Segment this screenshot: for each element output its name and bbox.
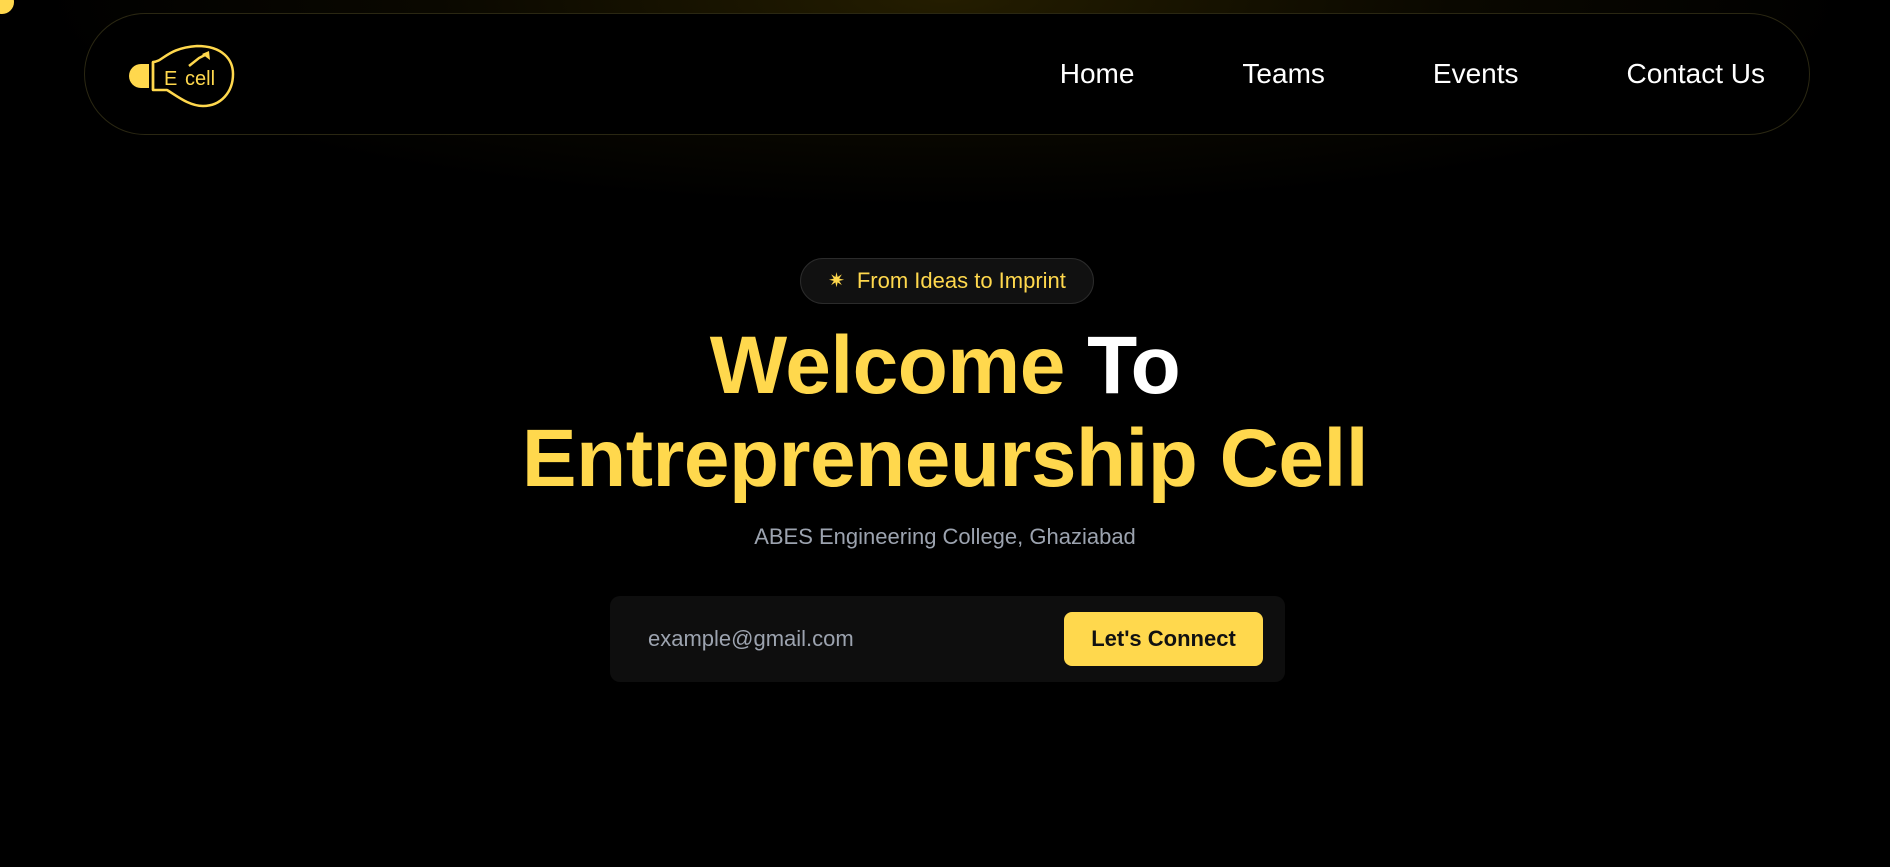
lightbulb-icon: E cell	[129, 44, 235, 108]
email-input[interactable]	[648, 616, 1028, 662]
corner-decoration-dot	[0, 0, 14, 14]
main-nav: Home Teams Events Contact Us	[1060, 14, 1765, 134]
hero-subtitle: ABES Engineering College, Ghaziabad	[754, 524, 1136, 549]
nav-link-teams[interactable]: Teams	[1242, 58, 1324, 90]
logo-text-cell: cell	[185, 68, 215, 90]
logo-text-e: E	[164, 68, 177, 90]
hero-title-line2: Entrepreneurship Cell	[521, 413, 1369, 504]
hero-title-to: To	[1087, 320, 1181, 411]
navbar: E cell Home Teams Events Contact Us	[84, 13, 1810, 135]
tagline-text: From Ideas to Imprint	[856, 268, 1066, 293]
lets-connect-button[interactable]: Let's Connect	[1064, 612, 1263, 666]
hero-title-line1: Welcome To	[0, 325, 1890, 407]
tagline-badge: ✷ From Ideas to Imprint	[800, 258, 1094, 304]
hero-title-welcome: Welcome	[709, 320, 1066, 411]
nav-link-events[interactable]: Events	[1433, 58, 1519, 90]
ecell-logo[interactable]: E cell	[127, 40, 237, 110]
sparkle-icon: ✷	[828, 270, 845, 292]
nav-link-home[interactable]: Home	[1060, 58, 1135, 90]
nav-link-contact-us[interactable]: Contact Us	[1627, 58, 1766, 90]
connect-form: Let's Connect	[610, 596, 1285, 682]
